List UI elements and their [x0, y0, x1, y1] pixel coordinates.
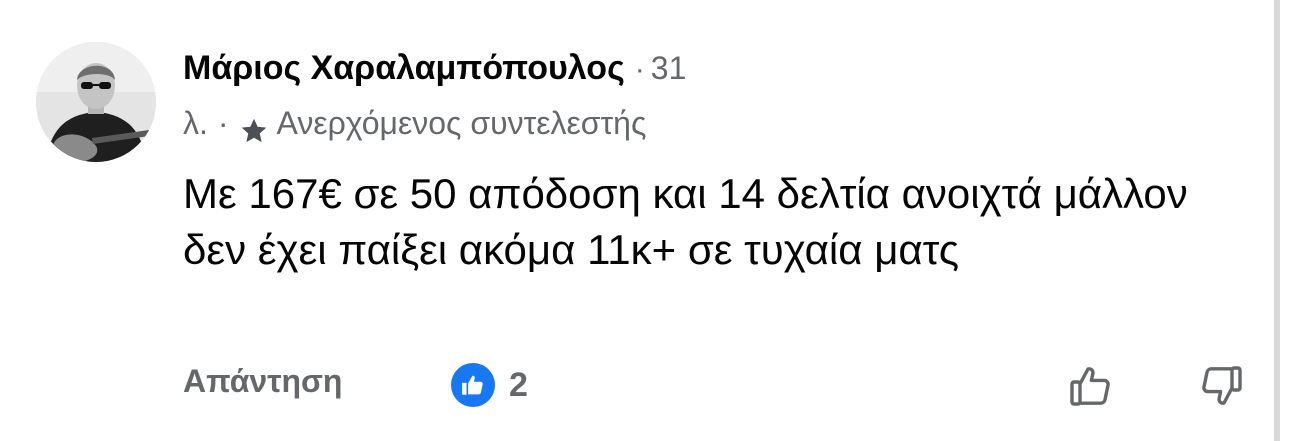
contributor-badge-label: Ανερχόμενος συντελεστής — [276, 105, 647, 141]
comment-actions: Απάντηση 2 — [183, 358, 1253, 412]
name-line: Μάριος Χαραλαμπόπουλος · 31 — [183, 42, 1243, 96]
reaction-summary[interactable]: 2 — [451, 363, 528, 407]
scrollbar[interactable] — [1274, 0, 1280, 441]
star-icon — [239, 108, 269, 143]
reply-button[interactable]: Απάντηση — [183, 363, 342, 400]
like-icon — [451, 363, 495, 407]
reaction-count: 2 — [509, 365, 528, 404]
author-name[interactable]: Μάριος Χαραλαμπόπουλος — [183, 49, 625, 87]
separator-dot: · — [634, 53, 645, 86]
timestamp-unit[interactable]: λ. — [183, 96, 208, 150]
separator-dot: · — [217, 105, 229, 141]
timestamp-number[interactable]: 31 — [651, 50, 687, 86]
comment-header: Μάριος Χαραλαμπόπουλος · 31 λ. · Ανερχόμεν… — [183, 42, 1243, 150]
avatar[interactable] — [36, 42, 156, 162]
thumbs-down-icon[interactable] — [1197, 362, 1245, 410]
comment-text: Με 167€ σε 50 απόδοση και 14 δελτία ανοι… — [183, 170, 1188, 273]
meta-line: λ. · Ανερχόμενος συντελεστής — [183, 96, 1243, 150]
thumbs-up-icon[interactable] — [1067, 362, 1115, 410]
